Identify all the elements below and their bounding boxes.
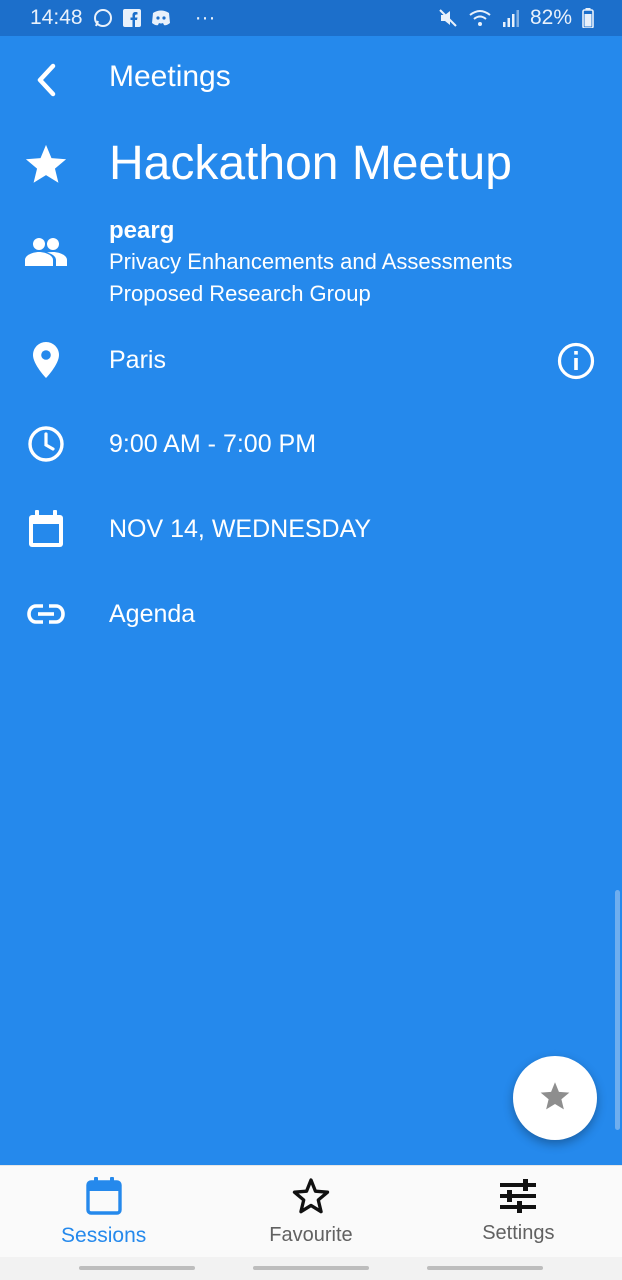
- gesture-pill-left[interactable]: [79, 1266, 195, 1270]
- status-bar: 14:48 ··· 82%: [0, 0, 622, 36]
- group-icon: [22, 227, 70, 275]
- location-row: Paris: [0, 336, 622, 386]
- mute-icon: [438, 8, 458, 28]
- favourite-fab-button[interactable]: [513, 1056, 597, 1140]
- group-name: pearg: [109, 217, 175, 244]
- scrollbar[interactable]: [615, 890, 620, 1130]
- location-pin-icon: [22, 336, 70, 384]
- agenda-row[interactable]: Agenda: [0, 590, 622, 640]
- link-icon: [22, 590, 70, 638]
- group-row: pearg Privacy Enhancements and Assessmen…: [0, 216, 622, 316]
- battery-level: 82%: [529, 6, 572, 29]
- nav-favourite-label: Favourite: [269, 1224, 353, 1246]
- status-more: ···: [194, 6, 216, 29]
- time-row: 9:00 AM - 7:00 PM: [0, 420, 622, 470]
- signal-icon: [502, 9, 520, 27]
- meeting-title-row: Hackathon Meetup: [0, 136, 622, 196]
- star-outline-icon: [291, 1177, 331, 1220]
- meeting-title: Hackathon Meetup: [109, 137, 512, 190]
- nav-settings[interactable]: Settings: [415, 1166, 622, 1258]
- date-row: NOV 14, WEDNESDAY: [0, 505, 622, 555]
- clock-icon: [22, 420, 70, 468]
- wifi-icon: [468, 8, 492, 28]
- star-icon[interactable]: [22, 140, 70, 188]
- discord-icon: [151, 9, 171, 27]
- facebook-icon: [122, 9, 141, 27]
- gesture-pill-center[interactable]: [253, 1266, 369, 1270]
- agenda-link[interactable]: Agenda: [109, 600, 195, 629]
- time-text: 9:00 AM - 7:00 PM: [109, 430, 317, 458]
- nav-sessions-label: Sessions: [61, 1223, 147, 1247]
- nav-favourite[interactable]: Favourite: [207, 1166, 414, 1258]
- star-icon: [539, 1081, 571, 1116]
- info-icon[interactable]: [555, 340, 597, 387]
- calendar-icon: [22, 505, 70, 553]
- app-bar: Meetings: [0, 54, 622, 104]
- calendar-icon: [85, 1176, 122, 1220]
- system-navigation-bar: [0, 1257, 622, 1280]
- sliders-icon: [499, 1179, 537, 1218]
- status-time: 14:48: [30, 6, 83, 29]
- bottom-navigation: Sessions Favourite Settings: [0, 1165, 622, 1258]
- battery-icon: [582, 8, 594, 28]
- nav-settings-label: Settings: [482, 1222, 555, 1244]
- gesture-pill-right[interactable]: [427, 1266, 543, 1270]
- location-text: Paris: [109, 346, 166, 374]
- whatsapp-icon: [93, 8, 113, 28]
- date-text: NOV 14, WEDNESDAY: [109, 515, 372, 543]
- app-bar-title: Meetings: [109, 60, 231, 93]
- chevron-left-icon[interactable]: [22, 56, 70, 104]
- nav-sessions[interactable]: Sessions: [0, 1166, 207, 1258]
- group-description: Privacy Enhancements and Assessments Pro…: [109, 249, 513, 306]
